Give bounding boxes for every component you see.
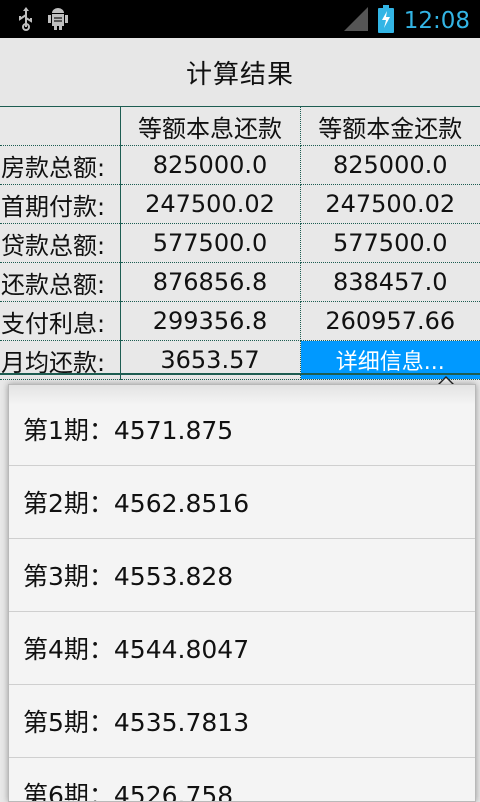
table-cell: 247500.02 <box>299 184 480 224</box>
table-cell: 260957.66 <box>299 301 480 341</box>
list-item[interactable]: 第4期：4544.8047 <box>9 612 475 685</box>
divider <box>0 373 480 375</box>
table-cell: 577500.0 <box>119 223 301 263</box>
usb-icon <box>16 7 36 35</box>
list-item[interactable]: 第2期：4562.8516 <box>9 466 475 539</box>
installment-detail-popup[interactable]: 第1期：4571.875 第2期：4562.8516 第3期：4553.828 … <box>8 384 476 802</box>
table-cell: 825000.0 <box>299 145 480 185</box>
column-header-equal-installment: 等额本息还款 <box>119 106 301 146</box>
table-row: 首期付款: 247500.02 247500.02 <box>0 184 480 224</box>
table-cell: 247500.02 <box>119 184 301 224</box>
table-row: 贷款总额: 577500.0 577500.0 <box>0 223 480 263</box>
row-label: 贷款总额: <box>0 223 121 263</box>
signal-icon <box>343 7 368 35</box>
table-cell: 876856.8 <box>119 262 301 302</box>
table-header-row: 等额本息还款 等额本金还款 <box>0 106 480 146</box>
page-title: 计算结果 <box>185 59 294 90</box>
table-row: 还款总额: 876856.8 838457.0 <box>0 262 480 302</box>
status-bar: 12:08 <box>0 0 480 38</box>
row-label: 房款总额: <box>0 145 121 185</box>
clock: 12:08 <box>403 8 470 34</box>
table-row: 支付利息: 299356.8 260957.66 <box>0 301 480 341</box>
list-item[interactable]: 第6期：4526.758 <box>9 758 475 801</box>
status-left-icons <box>16 7 70 35</box>
table-cell: 838457.0 <box>299 262 480 302</box>
installment-list[interactable]: 第1期：4571.875 第2期：4562.8516 第3期：4553.828 … <box>9 393 475 801</box>
row-label: 还款总额: <box>0 262 121 302</box>
list-item[interactable]: 第5期：4535.7813 <box>9 685 475 758</box>
list-item[interactable]: 第3期：4553.828 <box>9 539 475 612</box>
table-row: 房款总额: 825000.0 825000.0 <box>0 145 480 185</box>
table-cell: 577500.0 <box>299 223 480 263</box>
list-item[interactable]: 第1期：4571.875 <box>9 393 475 466</box>
status-right-icons: 12:08 <box>343 5 470 37</box>
column-header-equal-principal: 等额本金还款 <box>299 106 480 146</box>
table-cell: 825000.0 <box>119 145 301 185</box>
row-label: 支付利息: <box>0 301 121 341</box>
table-cell: 299356.8 <box>119 301 301 341</box>
table-corner-cell <box>0 106 121 146</box>
battery-charging-icon <box>377 5 394 37</box>
results-table: 等额本息还款 等额本金还款 房款总额: 825000.0 825000.0 首期… <box>0 106 480 380</box>
android-debug-icon <box>46 7 70 35</box>
row-label: 首期付款: <box>0 184 121 224</box>
app-header: 计算结果 <box>0 38 480 106</box>
